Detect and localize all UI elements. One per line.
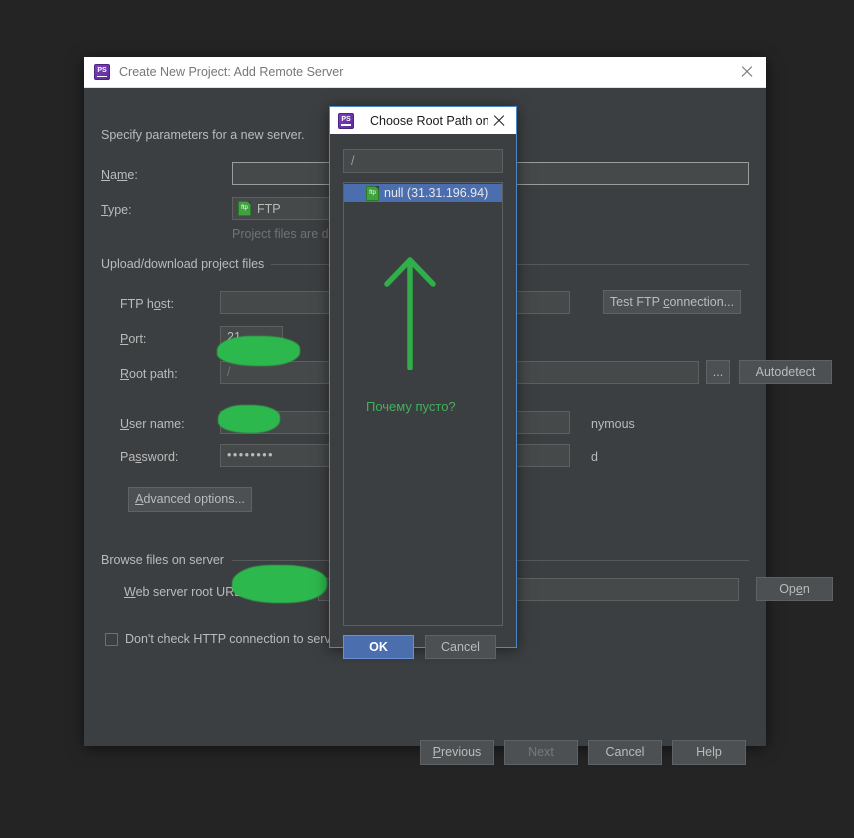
advanced-options-button[interactable]: Advanced options... [128,487,252,512]
modal-titlebar: Choose Root Path on ... [330,107,516,134]
main-dialog-titlebar: Create New Project: Add Remote Server [84,57,766,88]
ftp-host-label: FTP host: [120,297,174,311]
ftp-icon [238,201,251,216]
annotation-text: Почему пусто? [366,399,456,414]
modal-button-row: OK Cancel [330,635,516,659]
redaction-mark-user-name [218,405,280,433]
wizard-button-row: Previous Next Cancel Help [420,740,746,765]
dont-check-http-checkbox[interactable]: Don't check HTTP connection to server [105,632,342,646]
port-label: Port: [120,332,147,346]
modal-title: Choose Root Path on ... [370,113,488,128]
autodetect-button[interactable]: Autodetect [739,360,832,384]
browse-section-title: Browse files on server [101,553,231,567]
cancel-button[interactable]: Cancel [588,740,662,765]
test-ftp-connection-button[interactable]: Test FTP connection... [603,290,741,314]
modal-cancel-button[interactable]: Cancel [425,635,496,659]
tree-item-root-server[interactable]: null (31.31.196.94) [344,184,502,202]
choose-root-path-dialog: Choose Root Path on ... / null (31.31.19… [329,106,517,659]
anonymous-checkbox-label-partial: nymous [591,417,635,431]
browse-root-path-button[interactable]: ... [706,360,730,384]
intro-text: Specify parameters for a new server. [101,128,305,142]
redaction-mark-web-root-url [232,565,327,603]
close-icon[interactable] [488,110,510,132]
tree-item-label: null (31.31.196.94) [384,186,489,200]
root-path-label: Root path: [120,367,178,381]
name-label: Name: [101,168,138,182]
dont-check-http-label: Don't check HTTP connection to server [125,632,342,646]
phpstorm-logo-icon [338,112,354,129]
ftp-icon [366,185,379,201]
upload-section-title: Upload/download project files [101,257,272,271]
root-path-field[interactable]: / [343,149,503,173]
close-icon[interactable] [736,61,758,83]
main-dialog-title: Create New Project: Add Remote Server [119,65,344,79]
redaction-mark-ftp-host [217,336,300,366]
checkbox-box[interactable] [105,632,118,646]
save-password-label-partial: d [591,450,598,464]
ok-button[interactable]: OK [343,635,414,659]
previous-button[interactable]: Previous [420,740,494,765]
type-label: Type: [101,203,132,217]
user-name-label: User name: [120,417,185,431]
help-button[interactable]: Help [672,740,746,765]
type-selected-value: FTP [257,201,281,216]
next-button: Next [504,740,578,765]
open-button[interactable]: Open [756,577,833,601]
password-label: Password: [120,450,179,464]
phpstorm-logo-icon [94,64,110,80]
web-server-root-url-label: Web server root URL: [124,585,245,599]
